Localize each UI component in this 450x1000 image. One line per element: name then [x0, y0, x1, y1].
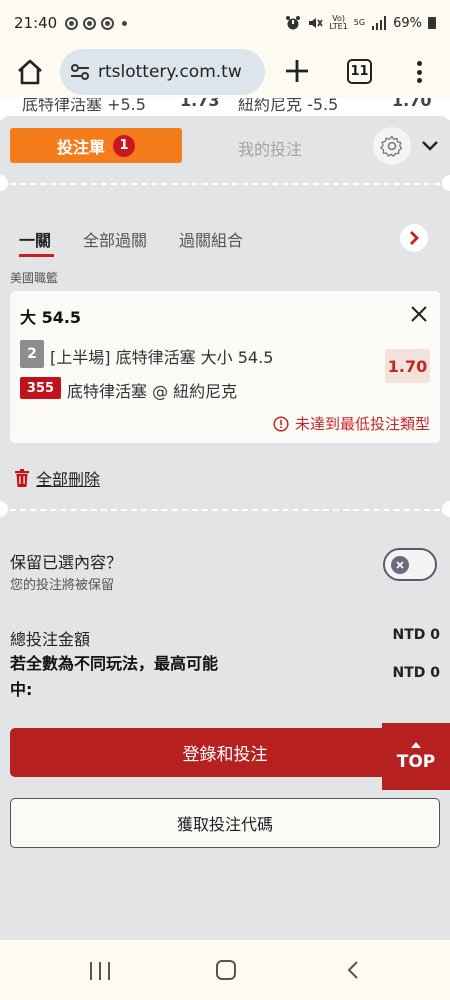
warning-icon	[273, 415, 289, 432]
league-label: 美國職籃	[10, 271, 59, 285]
behind-odds-away: 1.70	[392, 98, 432, 110]
subtab-single[interactable]: 一關	[19, 227, 51, 251]
url-text[interactable]: rtslottery.com.tw	[98, 62, 242, 82]
toggle-knob	[391, 556, 409, 574]
keep-selection-toggle[interactable]	[383, 548, 437, 581]
close-icon[interactable]	[410, 305, 428, 323]
browser-menu-icon[interactable]	[413, 58, 425, 86]
gear-icon	[380, 135, 403, 157]
status-right: Vo) LTE1 5G 69%	[285, 15, 436, 31]
period-tag: 2	[20, 340, 44, 368]
max-win-value: NTD 0	[392, 665, 440, 681]
close-icon	[396, 561, 404, 569]
warning-text: 未達到最低投注類型	[294, 415, 430, 433]
home-button-icon[interactable]	[216, 960, 236, 980]
login-and-bet-button[interactable]: 登錄和投注	[10, 728, 440, 777]
mute-icon	[309, 18, 324, 28]
delete-all-button[interactable]: 全部刪除	[14, 466, 100, 490]
betslip-count-badge: 1	[113, 134, 135, 157]
subtabs-next-button[interactable]	[400, 224, 428, 252]
chrome-notification-icon	[101, 16, 115, 30]
total-stake-label: 總投注金額	[10, 630, 91, 649]
site-settings-icon[interactable]	[70, 62, 90, 82]
bet-slip-panel: 投注單 1 我的投注 一關 全部過關 過關組合 美國職籃 大 54.5 2 [上…	[0, 116, 450, 940]
bet-selection: 大 54.5	[20, 308, 82, 327]
bet-card: 大 54.5 2 [上半場] 底特律活塞 大小 54.5 1.70 355 底特…	[10, 291, 440, 443]
network-gen-indicator: 5G	[353, 18, 366, 27]
subtab-parlay-combo[interactable]: 過關組合	[179, 227, 243, 251]
tab-betslip[interactable]: 投注單 1	[10, 128, 182, 163]
notification-icons	[65, 16, 128, 30]
signal-icon	[372, 16, 387, 30]
up-arrow-icon	[411, 741, 421, 748]
behind-team-home: 底特律活塞 +5.5	[22, 98, 146, 114]
battery-icon	[428, 17, 436, 29]
home-icon[interactable]	[16, 58, 44, 86]
bet-type-tabs: 一關 全部過關 過關組合	[0, 224, 450, 264]
min-bet-warning: 未達到最低投注類型	[273, 413, 430, 434]
bet-odds: 1.70	[385, 349, 430, 383]
new-tab-icon[interactable]	[284, 58, 310, 84]
tab-switcher-button[interactable]: 11	[347, 59, 372, 84]
browser-toolbar: rtslottery.com.tw 11	[0, 46, 450, 98]
status-bar: 21:40 Vo) LTE1 5G 69%	[0, 0, 450, 46]
chrome-notification-icon	[83, 16, 97, 30]
behind-team-away: 紐約尼克 -5.5	[238, 98, 339, 114]
delete-all-label: 全部刪除	[36, 470, 101, 489]
battery-percent: 69%	[393, 15, 422, 31]
bet-match: 底特律活塞 @ 紐約尼克	[67, 382, 238, 401]
collapse-chevron-icon[interactable]	[420, 137, 440, 155]
recent-apps-icon[interactable]	[90, 962, 110, 980]
tab-my-bets[interactable]: 我的投注	[238, 136, 302, 160]
more-notifications-icon	[122, 20, 128, 26]
back-icon[interactable]	[346, 961, 360, 979]
get-bet-code-button[interactable]: 獲取投注代碼	[10, 798, 440, 848]
game-number-badge: 355	[20, 377, 61, 399]
chrome-notification-icon	[65, 16, 79, 30]
chevron-right-icon	[410, 231, 419, 245]
tab-betslip-label: 投注單	[56, 137, 105, 157]
active-tab-underline	[19, 254, 54, 257]
behind-odds-home: 1.73	[180, 98, 220, 110]
scroll-top-button[interactable]: TOP	[382, 723, 450, 790]
dashed-divider	[0, 509, 450, 511]
dashed-divider	[0, 183, 450, 185]
keep-selection-label: 保留已選內容？	[10, 553, 123, 572]
subtab-all-parlay[interactable]: 全部過關	[83, 227, 147, 251]
system-nav-bar	[0, 940, 450, 1000]
volte-indicator: Vo) LTE1	[329, 14, 348, 31]
settings-button[interactable]	[373, 127, 411, 165]
total-stake-value: NTD 0	[392, 627, 440, 643]
trash-icon	[15, 469, 29, 487]
keep-selection-subtitle: 您的投注將被保留	[10, 578, 115, 593]
alarm-icon	[286, 16, 301, 30]
bet-market: [上半場] 底特律活塞 大小 54.5	[50, 348, 274, 367]
address-bar[interactable]: rtslottery.com.tw	[60, 49, 265, 95]
status-time: 21:40	[14, 14, 58, 32]
top-label: TOP	[396, 751, 436, 772]
max-win-label: 若全數為不同玩法，最高可能中:	[10, 654, 219, 699]
